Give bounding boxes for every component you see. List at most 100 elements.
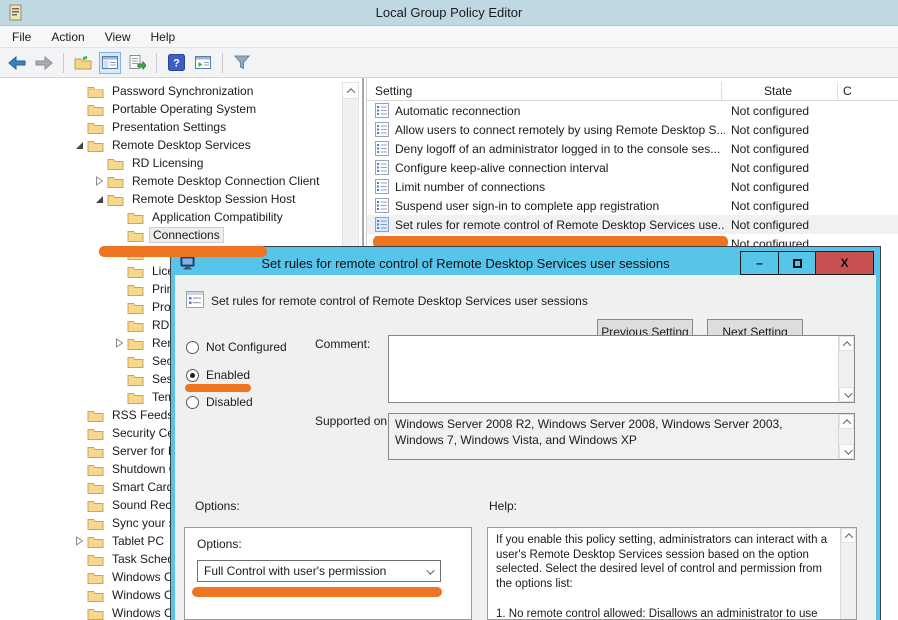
tree-item-printer[interactable]: Print	[0, 280, 180, 298]
setting-row[interactable]: Configure keep-alive connection interval…	[367, 158, 898, 177]
tree-item-sync-settings[interactable]: Sync your se	[0, 514, 184, 532]
tree-item-password-synchronization[interactable]: Password Synchronization	[0, 82, 256, 100]
options-inner-label: Options:	[197, 537, 242, 551]
tree-item-server-for-nis[interactable]: Server for NI	[0, 442, 183, 460]
toolbar-separator	[63, 53, 64, 73]
policy-setting-icon	[375, 141, 389, 156]
column-separator	[837, 82, 838, 101]
minimize-button[interactable]: –	[741, 252, 778, 274]
radio-circle-icon	[186, 369, 199, 382]
tree-item-remote-session[interactable]: Rem	[0, 334, 180, 352]
back-arrow-icon[interactable]	[6, 52, 28, 74]
tree-item-remote-desktop-session-host[interactable]: Remote Desktop Session Host	[0, 190, 298, 208]
window-title: Local Group Policy Editor	[0, 5, 898, 20]
dialog-body: Set rules for remote control of Remote D…	[175, 275, 876, 620]
show-window-icon[interactable]	[192, 52, 214, 74]
forward-arrow-icon[interactable]	[33, 52, 55, 74]
collapsed-arrow-icon[interactable]	[91, 176, 107, 186]
collapsed-arrow-icon[interactable]	[111, 338, 127, 348]
help-icon[interactable]: ?	[165, 52, 187, 74]
tree-item-task-scheduler[interactable]: Task Schedu	[0, 550, 184, 568]
help-scrollbar[interactable]	[840, 528, 856, 619]
close-button[interactable]: X	[815, 252, 873, 274]
tree-item-windows-calendar[interactable]: Windows Ca	[0, 568, 182, 586]
maximize-button[interactable]	[778, 252, 815, 274]
add-folder-icon[interactable]	[72, 52, 94, 74]
policy-name: Set rules for remote control of Remote D…	[211, 294, 588, 308]
column-header-setting[interactable]: Setting	[375, 84, 412, 98]
tree-item-rd-licensing[interactable]: RD Licensing	[0, 154, 206, 172]
tree-item-temporary[interactable]: Temp	[0, 388, 184, 406]
column-separator	[721, 82, 722, 101]
tree-item-presentation-settings[interactable]: Presentation Settings	[0, 118, 229, 136]
policy-setting-icon	[375, 217, 389, 232]
radio-disabled[interactable]: Disabled	[186, 395, 253, 409]
dialog-title: Set rules for remote control of Remote D…	[175, 256, 756, 271]
column-header-state[interactable]: State	[723, 84, 833, 98]
policy-setting-icon	[375, 122, 389, 137]
tree-item-security[interactable]: Secu	[0, 352, 182, 370]
highlight-marker-enabled	[185, 384, 251, 392]
supported-scrollbar[interactable]	[838, 414, 854, 459]
scroll-up-icon[interactable]	[839, 414, 854, 429]
menu-help[interactable]: Help	[151, 30, 176, 44]
tree-item-profiles[interactable]: Profi	[0, 298, 180, 316]
collapsed-arrow-icon[interactable]	[71, 536, 87, 546]
tree-item-tablet-pc[interactable]: Tablet PC	[0, 532, 167, 550]
tree-item-windows-color[interactable]: Windows Co	[0, 586, 182, 604]
options-section-label: Options:	[195, 499, 240, 513]
menu-action[interactable]: Action	[51, 30, 84, 44]
help-section-label: Help:	[489, 499, 517, 513]
export-list-icon[interactable]	[126, 52, 148, 74]
tree-item-windows-customer[interactable]: Windows Cu	[0, 604, 182, 620]
setting-row[interactable]: Automatic reconnectionNot configured	[367, 101, 898, 120]
scroll-up-icon[interactable]	[841, 528, 856, 543]
policy-setting-icon	[375, 179, 389, 194]
supported-on-value: Windows Server 2008 R2, Windows Server 2…	[389, 414, 854, 448]
filter-icon[interactable]	[231, 52, 253, 74]
scroll-down-icon[interactable]	[839, 387, 854, 402]
radio-not-configured[interactable]: Not Configured	[186, 340, 287, 354]
menu-view[interactable]: View	[105, 30, 131, 44]
tree-item-licensing[interactable]: Licen	[0, 262, 184, 280]
tree-item-session-time[interactable]: Sessi	[0, 370, 184, 388]
setting-row[interactable]: Allow users to connect remotely by using…	[367, 120, 898, 139]
tree-item-remote-desktop-services[interactable]: Remote Desktop Services	[0, 136, 254, 154]
tree-item-smart-card[interactable]: Smart Card	[0, 478, 176, 496]
tree-item-application-compatibility[interactable]: Application Compatibility	[0, 208, 286, 226]
options-panel: Options: Full Control with user's permis…	[184, 527, 472, 620]
comment-scrollbar[interactable]	[838, 336, 854, 402]
tree-item-sound-recording[interactable]: Sound Reco	[0, 496, 181, 514]
policy-setting-icon	[186, 291, 204, 308]
policy-dialog: Set rules for remote control of Remote D…	[171, 247, 880, 620]
tree-item-rss-feeds[interactable]: RSS Feeds	[0, 406, 176, 424]
tree-item-rd-connection[interactable]: RD C	[0, 316, 184, 334]
supported-on-label: Supported on:	[315, 414, 390, 428]
setting-row[interactable]: Suspend user sign-in to complete app reg…	[367, 196, 898, 215]
scroll-up-icon[interactable]	[343, 83, 358, 99]
tree-item-shutdown-options[interactable]: Shutdown O	[0, 460, 181, 478]
setting-row[interactable]: Limit number of connectionsNot configure…	[367, 177, 898, 196]
menu-bar: File Action View Help	[0, 26, 898, 48]
tree-item-connections[interactable]: Connections	[0, 226, 224, 244]
toolbar: ?	[0, 48, 898, 78]
expanded-arrow-icon[interactable]	[91, 195, 107, 204]
tree-item-remote-desktop-connection-client[interactable]: Remote Desktop Connection Client	[0, 172, 322, 190]
setting-row[interactable]: Deny logoff of an administrator logged i…	[367, 139, 898, 158]
help-panel: If you enable this policy setting, admin…	[487, 527, 857, 620]
scroll-down-icon[interactable]	[839, 444, 854, 459]
setting-row-selected[interactable]: Set rules for remote control of Remote D…	[367, 215, 898, 234]
scroll-up-icon[interactable]	[839, 336, 854, 351]
menu-file[interactable]: File	[12, 30, 31, 44]
policy-setting-icon	[375, 103, 389, 118]
comment-textarea[interactable]	[388, 335, 855, 403]
toolbar-separator	[222, 53, 223, 73]
console-tree-toggle-icon[interactable]	[99, 52, 121, 74]
expanded-arrow-icon[interactable]	[71, 141, 87, 150]
tree-item-portable-operating-system[interactable]: Portable Operating System	[0, 100, 259, 118]
radio-enabled[interactable]: Enabled	[186, 368, 250, 382]
help-text: If you enable this policy setting, admin…	[496, 533, 834, 620]
remote-control-dropdown[interactable]: Full Control with user's permission	[197, 560, 441, 582]
tree-item-security-center[interactable]: Security Cen	[0, 424, 184, 442]
column-header-comment[interactable]: C	[843, 84, 852, 98]
